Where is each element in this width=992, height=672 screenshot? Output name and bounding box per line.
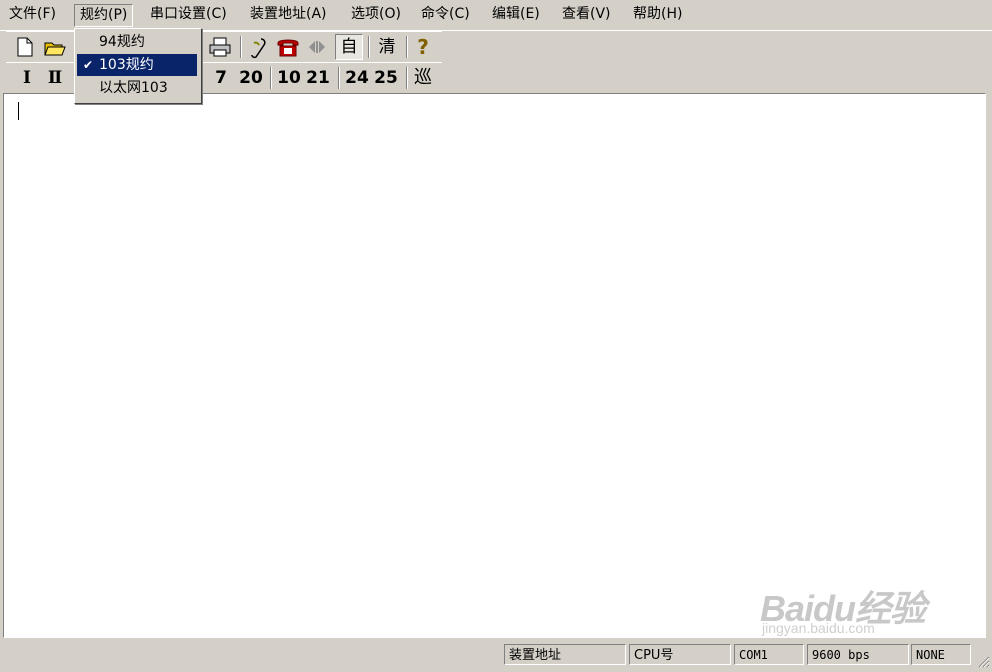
log-text-area[interactable]: [3, 93, 986, 638]
open-folder-icon[interactable]: [44, 37, 66, 61]
cmd-button-25[interactable]: 25: [372, 65, 400, 91]
cmd-button-2[interactable]: Ⅱ: [44, 65, 66, 91]
menu-file[interactable]: 文件(F): [4, 4, 61, 25]
menu-options[interactable]: 选项(O): [346, 4, 406, 25]
protocol-item-ethernet-103[interactable]: 以太网103: [77, 77, 197, 99]
transfer-arrows-icon[interactable]: [306, 37, 328, 61]
clear-button[interactable]: 清: [374, 34, 400, 60]
protocol-dropdown: 94规约 ✔ 103规约 以太网103: [74, 28, 202, 104]
text-caret: [18, 102, 19, 120]
print-icon[interactable]: [209, 37, 231, 61]
watermark-url: jingyan.baidu.com: [762, 620, 875, 636]
main-toolbar: 自 清 ?: [6, 31, 442, 63]
toolbar-separator: [406, 67, 408, 89]
cmd-button-1[interactable]: Ⅰ: [16, 65, 38, 91]
menu-help[interactable]: 帮助(H): [628, 4, 687, 25]
menu-protocol[interactable]: 规约(P): [74, 4, 134, 27]
check-icon: ✔: [83, 58, 94, 72]
command-toolbar: Ⅰ Ⅱ 7 20 10 21 24 25 巡: [6, 62, 442, 94]
status-cpu: CPU号: [629, 644, 731, 665]
toolbar-separator: [270, 67, 272, 89]
protocol-item-label: 94规约: [99, 34, 145, 50]
toolbar-separator: [406, 36, 408, 58]
hang-up-icon[interactable]: [248, 37, 268, 63]
cmd-button-20[interactable]: 20: [237, 65, 265, 91]
menu-serial-settings[interactable]: 串口设置(C): [145, 4, 232, 25]
protocol-item-label: 103规约: [99, 57, 154, 73]
menu-view[interactable]: 查看(V): [557, 4, 616, 25]
protocol-item-103[interactable]: ✔ 103规约: [77, 54, 197, 76]
dial-phone-icon[interactable]: [276, 37, 300, 61]
status-port: COM1: [734, 644, 804, 665]
protocol-item-94[interactable]: 94规约: [77, 31, 197, 53]
patrol-button[interactable]: 巡: [410, 65, 436, 91]
help-question-icon[interactable]: ?: [413, 34, 433, 60]
menu-device-address[interactable]: 装置地址(A): [245, 4, 332, 25]
resize-grip-icon[interactable]: [976, 654, 990, 668]
new-file-icon[interactable]: [16, 37, 34, 61]
toolbar-separator: [240, 36, 242, 58]
status-device-address: 装置地址: [504, 644, 626, 665]
cmd-button-24[interactable]: 24: [343, 65, 371, 91]
toolbar-separator: [338, 67, 340, 89]
status-parity: NONE: [911, 644, 971, 665]
menu-edit[interactable]: 编辑(E): [487, 4, 545, 25]
menu-bar: 文件(F) 规约(P) 串口设置(C) 装置地址(A) 选项(O) 命令(C) …: [0, 0, 992, 31]
toolbar-separator: [368, 36, 370, 58]
menu-command[interactable]: 命令(C): [416, 4, 475, 25]
auto-button[interactable]: 自: [335, 34, 363, 60]
cmd-button-7[interactable]: 7: [210, 65, 232, 91]
baidu-watermark: Baidu经验 jingyan.baidu.com: [760, 560, 980, 640]
cmd-button-10[interactable]: 10: [275, 65, 303, 91]
status-bar: 装置地址 CPU号 COM1 9600 bps NONE: [0, 642, 992, 671]
cmd-button-21[interactable]: 21: [304, 65, 332, 91]
protocol-item-label: 以太网103: [99, 80, 168, 96]
status-baud: 9600 bps: [807, 644, 909, 665]
